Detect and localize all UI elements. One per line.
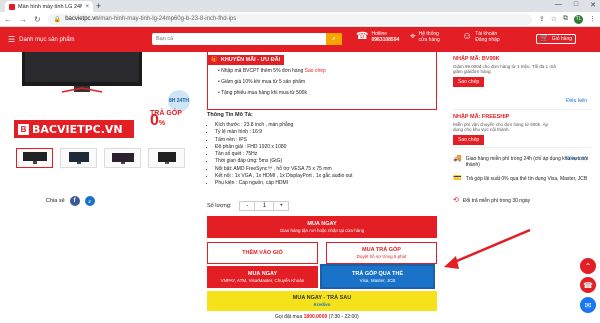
phone-icon: ☎ [356,31,369,42]
buy-now-button[interactable]: MUA NGAY Giao hàng tận nơi hoặc nhận tại… [207,216,437,238]
zalo-icon[interactable]: Z [84,196,95,206]
search-button[interactable]: ⌕ [326,33,342,45]
extensions-icon[interactable]: ⧉ [563,15,568,23]
voucher-conditions-link[interactable]: Điều kiện [566,98,587,104]
thumbnail-2[interactable] [60,148,97,168]
close-window-icon[interactable]: ✕ [590,1,596,9]
address-bar[interactable]: 🔒 bacvietpc.vn/man-hinh-may-tinh-lg-24mp… [47,13,532,25]
browser-tab[interactable]: Màn hình máy tính LG 24MP60G × [5,1,93,12]
quantity-input[interactable]: 1 [254,202,275,210]
product-image[interactable] [22,52,142,94]
spec-item: Tần số quét : 75Hz [215,151,353,158]
service-info: 🚚 Giao hàng miễn phí trong 24h (chỉ áp d… [453,155,589,168]
copy-voucher-button[interactable]: Sao chép [453,135,485,145]
lock-icon: 🔒 [53,16,62,23]
spec-item: Nổi bật: AMD FreeSync™ , hỗ trợ VESA 75 … [215,166,353,173]
promo-item: • Giảm giá 10% khi mua từ 5 sản phẩm [218,79,306,85]
share-row: Chia sẻ f Z [46,196,95,206]
share-page-icon[interactable]: ⇪ [539,15,545,23]
maximize-icon[interactable]: □ [574,1,578,9]
service-info: 💳 Trả góp lãi suất 0% qua thẻ tín dụng V… [453,175,588,182]
thumbnail-4[interactable] [148,148,185,168]
minimize-icon[interactable]: — [555,1,562,9]
spec-item: Kết nối : 1x VGA , 1x HDMI , 1x DisplayP… [215,173,353,180]
profile-avatar[interactable]: TL [574,14,583,24]
account-link[interactable]: ☺ Tài khoản Đăng nhập [462,31,500,43]
quantity-minus-button[interactable]: - [240,202,254,210]
divider [453,147,591,148]
copy-code-link[interactable]: Sao chép [305,68,326,74]
return-icon: ⟲ [453,197,459,204]
call-number[interactable]: 1800.0000 [304,314,328,320]
scroll-top-icon[interactable]: ⌃ [580,258,596,274]
hotline[interactable]: ☎ Hotline 0963108594 [356,31,399,43]
hamburger-icon[interactable]: ☰ [8,35,15,44]
call-to-order: Gọi đặt mua 1800.0000 (7:30 - 22:00) [275,314,359,320]
search-input[interactable] [156,36,316,42]
bookmark-star-icon[interactable]: ☆ [551,15,557,23]
promo-item: • Nhập mã BVCPT thêm 5% đơn hàng Sao ché… [218,68,326,74]
spec-item: Tấm nền : IPS [215,137,353,144]
thumbnail-3[interactable] [104,148,141,168]
url-text: bacvietpc.vn/man-hinh-may-tinh-lg-24mp60… [65,16,237,22]
tragop-badge: TRẢ GÓP 0% [150,110,182,129]
thumbnail-1[interactable] [16,148,53,168]
delivery-truck-icon: 🚚 [453,155,462,162]
forward-icon[interactable]: → [19,15,27,24]
voucher-card: NHẬP MÃ: BV99K Giảm 99.000đ cho đơn hàng… [453,56,587,104]
showroom-link[interactable]: ⌖ Hệ thống cửa hàng [410,31,440,43]
phone-call-icon[interactable]: ☎ [580,277,596,293]
spec-section: Thông Tin Mô Tả: Kích thước : 23.8 inch … [207,112,353,188]
favicon-icon [9,3,15,10]
close-tab-icon[interactable]: × [85,4,89,10]
back-icon[interactable]: ← [4,15,12,24]
cart-button[interactable]: 🛒 Giỏ hàng [536,34,577,44]
cart-icon: 🛒 [540,35,549,42]
badge-8h-icon: 8H 24TH [168,90,190,112]
user-icon: ☺ [462,31,473,42]
thumbnail-strip [16,148,185,168]
category-menu[interactable]: Danh mục sản phẩm [19,37,139,43]
search-box: ⌕ [152,33,342,45]
installment-button[interactable]: MUA TRẢ GÓP Duyệt hồ sơ trong 5 phút [326,242,437,264]
copy-voucher-button[interactable]: Sao chép [453,77,485,87]
messenger-icon[interactable]: ✉ [580,297,596,313]
pay-online-button[interactable]: MUA NGAY VNPAY, ATM, Visa/Master, Chuyển… [207,266,318,288]
spec-item: Độ phân giải : FHD 1920 x 1080 [215,144,353,151]
buy-later-button[interactable]: MUA NGAY - TRẢ SAU Kredivo [207,291,437,311]
logo-mark-icon: B [18,123,29,135]
service-info: ⟲ Đổi trả miễn phí trong 30 ngày [453,197,531,204]
spec-item: Thời gian đáp ứng: 5ms (GtG) [215,158,353,165]
tab-title: Màn hình máy tính LG 24MP60G [18,3,83,10]
spec-item: Phụ kiện : Cáp nguồn, cáp HDMI [215,180,353,187]
right-sidebar: NHẬP MÃ: BV99K Giảm 99.000đ cho đơn hàng… [445,52,600,323]
quantity-row: Số lượng: - 1 + [207,201,290,211]
gift-icon: 🎁 [211,57,218,63]
promo-item: • Tặng phiếu mua hàng khi mua từ 500k [218,90,307,96]
window-controls: — □ ✕ [555,1,596,9]
new-tab-button[interactable]: + [96,1,101,11]
menu-kebab-icon[interactable]: ⋮ [589,15,596,23]
divider [453,109,591,110]
spec-title: Thông Tin Mô Tả: [207,112,253,118]
quantity-stepper: - 1 + [239,201,290,211]
quantity-plus-button[interactable]: + [274,202,288,210]
promo-title: 🎁 KHUYẾN MÃI - ƯU ĐÃI [207,55,285,65]
card-installment-button[interactable]: TRẢ GÓP QUA THẺ Visa, Master, JCB [320,264,435,289]
search-icon: ⌕ [332,35,336,42]
location-icon: ⌖ [410,31,416,42]
brand-logo: B BACVIETPC.VN [14,120,134,138]
reload-icon[interactable]: ↻ [34,15,41,24]
add-to-cart-button[interactable]: THÊM VÀO GIỎ [207,242,318,264]
address-toolbar: ← → ↻ 🔒 bacvietpc.vn/man-hinh-may-tinh-l… [0,12,600,27]
credit-card-icon: 💳 [453,175,462,182]
browser-tab-bar: Màn hình máy tính LG 24MP60G × + — □ ✕ [0,0,600,12]
facebook-icon[interactable]: f [69,196,80,206]
spec-item: Tỷ lệ màn hình : 16:9 [215,129,353,136]
